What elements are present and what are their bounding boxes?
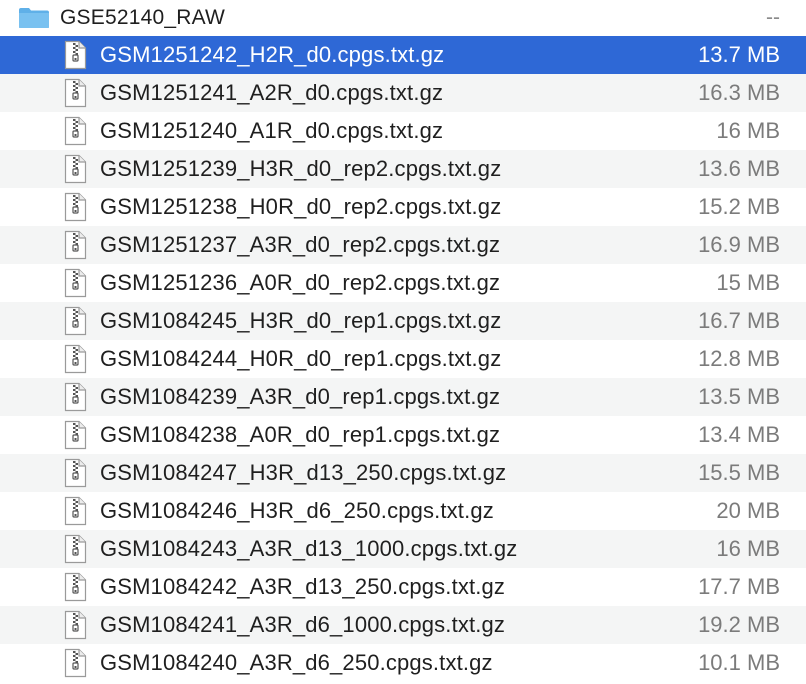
file-size: 16 MB: [716, 536, 780, 561]
file-name: GSM1084247_H3R_d13_250.cpgs.txt.gz: [100, 460, 507, 485]
zip-file-icon: [62, 382, 88, 412]
zip-file-icon: [62, 572, 88, 602]
zip-file-icon: [62, 458, 88, 488]
zip-file-icon: [62, 306, 88, 336]
file-name: GSM1084244_H0R_d0_rep1.cpgs.txt.gz: [100, 346, 502, 371]
file-name: GSM1084246_H3R_d6_250.cpgs.txt.gz: [100, 498, 494, 523]
file-name: GSM1251241_A2R_d0.cpgs.txt.gz: [100, 80, 444, 105]
file-size: 17.7 MB: [698, 574, 780, 599]
zip-file-icon: [62, 78, 88, 108]
file-size: 16.3 MB: [698, 80, 780, 105]
file-name: GSM1084240_A3R_d6_250.cpgs.txt.gz: [100, 650, 493, 675]
file-size: 12.8 MB: [698, 346, 780, 371]
folder-row[interactable]: GSE52140_RAW --: [0, 0, 806, 36]
file-size: 10.1 MB: [698, 650, 780, 675]
folder-name: GSE52140_RAW: [60, 6, 226, 29]
file-size: 15.5 MB: [698, 460, 780, 485]
file-row[interactable]: GSM1251240_A1R_d0.cpgs.txt.gz 16 MB: [0, 112, 806, 150]
file-row[interactable]: GSM1251236_A0R_d0_rep2.cpgs.txt.gz 15 MB: [0, 264, 806, 302]
zip-file-icon: [62, 420, 88, 450]
file-row[interactable]: GSM1084241_A3R_d6_1000.cpgs.txt.gz 19.2 M…: [0, 606, 806, 644]
file-row[interactable]: GSM1084239_A3R_d0_rep1.cpgs.txt.gz 13.5 M…: [0, 378, 806, 416]
file-row[interactable]: GSM1084247_H3R_d13_250.cpgs.txt.gz 15.5 M…: [0, 454, 806, 492]
file-list: GSE52140_RAW -- GSM1251242_H2R_d0.cpgs.t…: [0, 0, 806, 684]
file-row[interactable]: GSM1251242_H2R_d0.cpgs.txt.gz 13.7 MB: [0, 36, 806, 74]
file-size: 13.7 MB: [698, 42, 780, 67]
file-row[interactable]: GSM1251237_A3R_d0_rep2.cpgs.txt.gz 16.9 M…: [0, 226, 806, 264]
file-name: GSM1251239_H3R_d0_rep2.cpgs.txt.gz: [100, 156, 502, 181]
file-row[interactable]: GSM1084246_H3R_d6_250.cpgs.txt.gz 20 MB: [0, 492, 806, 530]
zip-file-icon: [62, 496, 88, 526]
file-name: GSM1084245_H3R_d0_rep1.cpgs.txt.gz: [100, 308, 502, 333]
file-size: 15.2 MB: [698, 194, 780, 219]
file-name: GSM1084239_A3R_d0_rep1.cpgs.txt.gz: [100, 384, 501, 409]
file-name: GSM1084241_A3R_d6_1000.cpgs.txt.gz: [100, 612, 506, 637]
file-row[interactable]: GSM1084242_A3R_d13_250.cpgs.txt.gz 17.7 M…: [0, 568, 806, 606]
file-name: GSM1251238_H0R_d0_rep2.cpgs.txt.gz: [100, 194, 502, 219]
file-size: 19.2 MB: [698, 612, 780, 637]
file-name: GSM1084243_A3R_d13_1000.cpgs.txt.gz: [100, 536, 518, 561]
file-name: GSM1084238_A0R_d0_rep1.cpgs.txt.gz: [100, 422, 501, 447]
folder-icon: [19, 8, 49, 28]
file-size: 13.5 MB: [698, 384, 780, 409]
zip-file-icon: [62, 40, 88, 70]
file-name: GSM1251236_A0R_d0_rep2.cpgs.txt.gz: [100, 270, 501, 295]
zip-file-icon: [62, 230, 88, 260]
zip-file-icon: [62, 534, 88, 564]
file-name: GSM1084242_A3R_d13_250.cpgs.txt.gz: [100, 574, 506, 599]
file-name: GSM1251237_A3R_d0_rep2.cpgs.txt.gz: [100, 232, 501, 257]
zip-file-icon: [62, 154, 88, 184]
file-row[interactable]: GSM1084243_A3R_d13_1000.cpgs.txt.gz 16 MB: [0, 530, 806, 568]
folder-size: --: [766, 6, 780, 29]
zip-file-icon: [62, 648, 88, 678]
zip-file-icon: [62, 610, 88, 640]
file-row[interactable]: GSM1084240_A3R_d6_250.cpgs.txt.gz 10.1 MB: [0, 644, 806, 682]
file-size: 16.7 MB: [698, 308, 780, 333]
file-row[interactable]: GSM1084238_A0R_d0_rep1.cpgs.txt.gz 13.4 M…: [0, 416, 806, 454]
file-row[interactable]: GSM1251241_A2R_d0.cpgs.txt.gz 16.3 MB: [0, 74, 806, 112]
file-row[interactable]: GSM1251238_H0R_d0_rep2.cpgs.txt.gz 15.2 M…: [0, 188, 806, 226]
file-size: 15 MB: [716, 270, 780, 295]
zip-file-icon: [62, 116, 88, 146]
file-row[interactable]: GSM1084244_H0R_d0_rep1.cpgs.txt.gz 12.8 M…: [0, 340, 806, 378]
file-name: GSM1251240_A1R_d0.cpgs.txt.gz: [100, 118, 444, 143]
file-name: GSM1251242_H2R_d0.cpgs.txt.gz: [100, 42, 445, 67]
file-size: 16 MB: [716, 118, 780, 143]
file-size: 20 MB: [716, 498, 780, 523]
zip-file-icon: [62, 268, 88, 298]
file-row[interactable]: GSM1084245_H3R_d0_rep1.cpgs.txt.gz 16.7 M…: [0, 302, 806, 340]
file-size: 16.9 MB: [698, 232, 780, 257]
file-row[interactable]: GSM1251239_H3R_d0_rep2.cpgs.txt.gz 13.6 M…: [0, 150, 806, 188]
file-size: 13.6 MB: [698, 156, 780, 181]
zip-file-icon: [62, 192, 88, 222]
zip-file-icon: [62, 344, 88, 374]
file-size: 13.4 MB: [698, 422, 780, 447]
